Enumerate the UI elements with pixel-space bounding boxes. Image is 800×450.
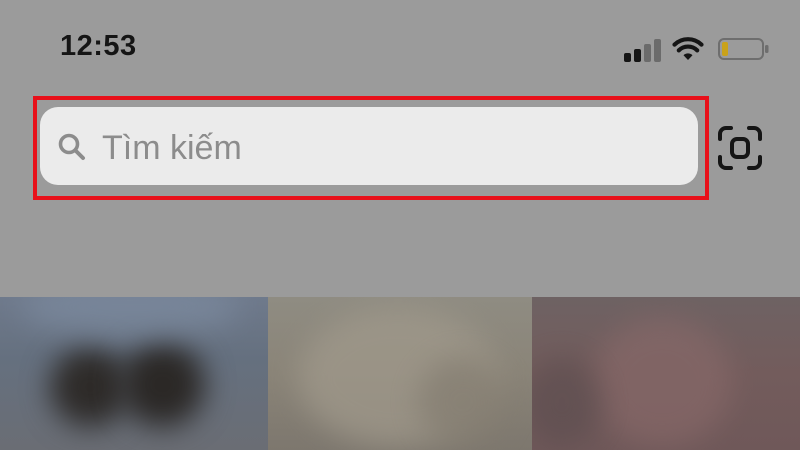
photo-thumbnail-1[interactable] <box>0 297 268 450</box>
photo-thumbnail-3[interactable] <box>532 297 800 450</box>
photo-grid <box>0 297 800 450</box>
scan-button[interactable] <box>716 124 764 172</box>
signal-icon <box>624 36 664 62</box>
photo-thumbnail-2[interactable] <box>268 297 532 450</box>
status-icons <box>624 36 774 64</box>
search-icon <box>58 133 85 160</box>
scan-icon <box>718 126 762 170</box>
status-bar: 12:53 <box>0 0 800 90</box>
battery-icon <box>718 38 769 60</box>
wifi-icon <box>672 37 704 60</box>
search-placeholder: Tìm kiếm <box>102 129 242 167</box>
status-time: 12:53 <box>60 30 137 62</box>
search-input[interactable]: Tìm kiếm <box>40 107 698 185</box>
